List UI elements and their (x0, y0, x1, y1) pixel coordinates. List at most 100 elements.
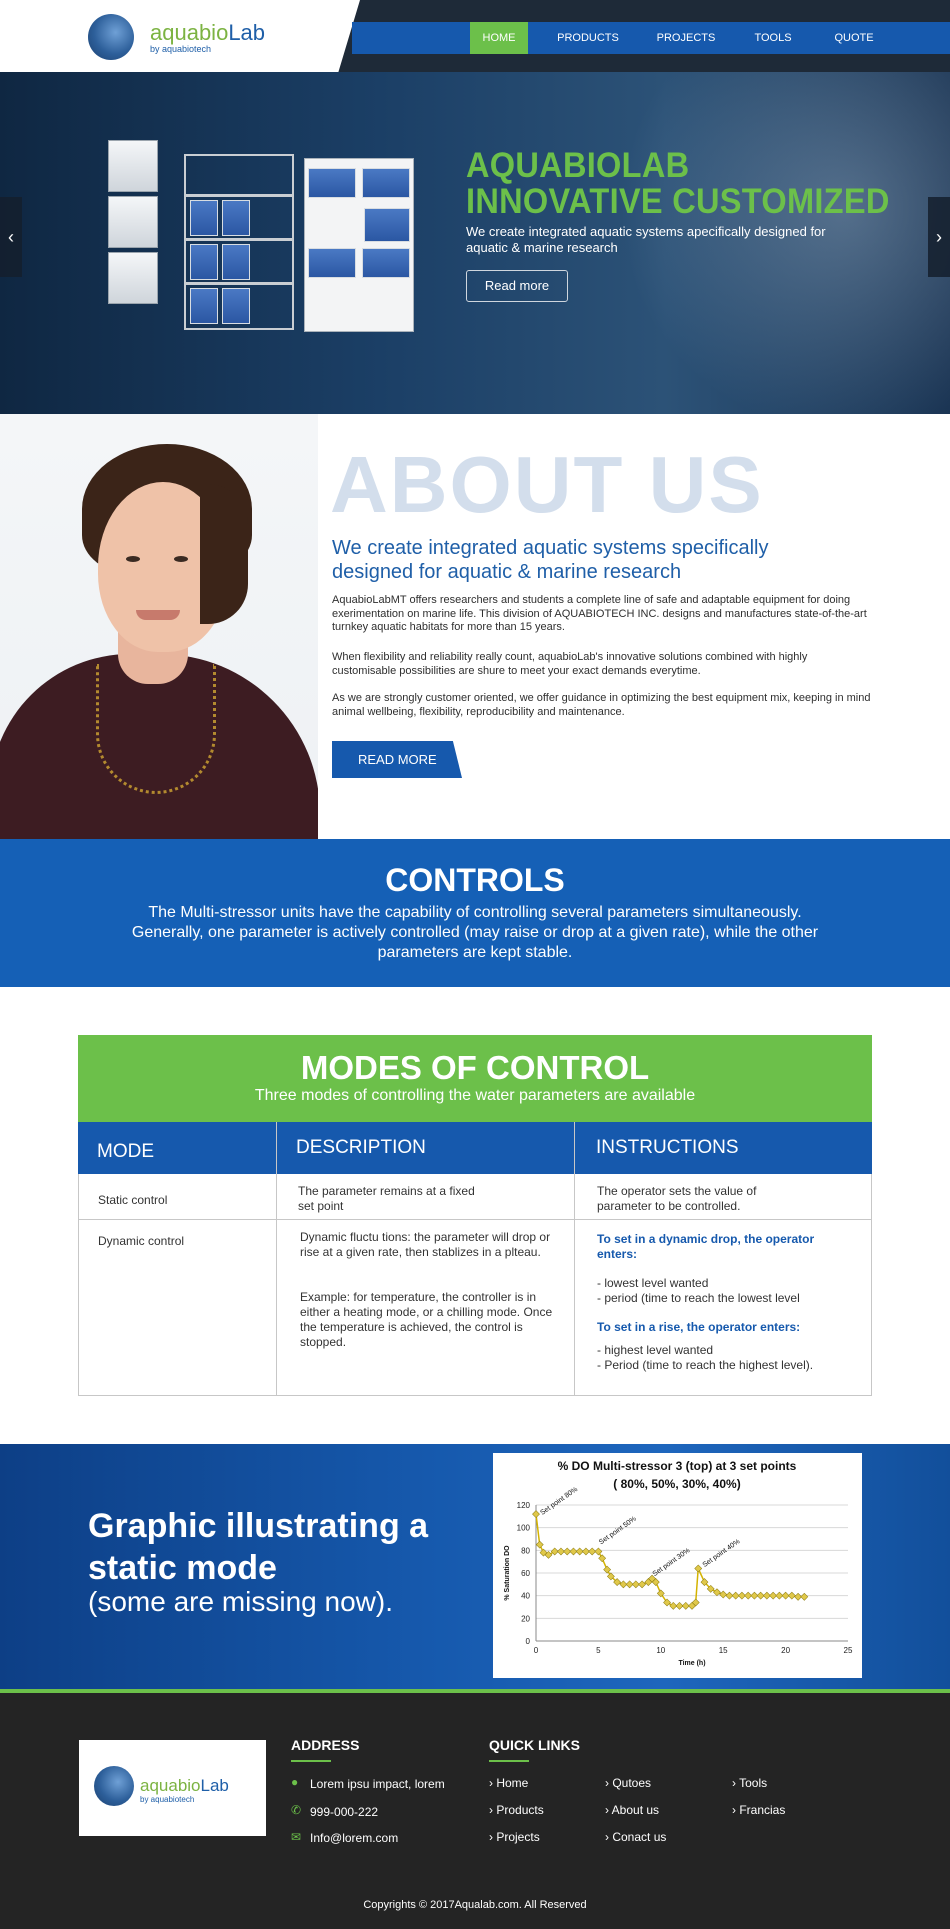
footer-link-conact-us[interactable]: › Conact us (605, 1830, 666, 1844)
footer-logo-tagline: by aquabiotech (140, 1795, 195, 1804)
nav-quote[interactable]: QUOTE (822, 22, 886, 54)
chart-title-line1: % DO Multi-stressor 3 (top) at 3 set poi… (558, 1459, 797, 1473)
graphic-title: Graphic illustrating a static mode (88, 1507, 429, 1587)
table-cell-rise-item: - Period (time to reach the highest leve… (597, 1358, 814, 1372)
portrait-image (0, 414, 318, 839)
data-point (603, 1565, 612, 1574)
y-tick-label: 40 (521, 1592, 530, 1601)
about-read-more-button[interactable]: READ MORE (332, 741, 462, 778)
logo-text-part1: aquabio (150, 20, 229, 45)
footer-link-about-us[interactable]: › About us (605, 1803, 659, 1817)
chart-title-line2: ( 80%, 50%, 30%, 40%) (613, 1477, 740, 1491)
footer-logo-icon (94, 1766, 134, 1806)
table-header-mode: MODE (78, 1122, 276, 1174)
chart-container: % DO Multi-stressor 3 (top) at 3 set poi… (493, 1453, 862, 1678)
data-point (694, 1564, 703, 1573)
footer-link-label: Products (496, 1803, 544, 1817)
table-cell-instructions: The operator sets the value of parameter… (597, 1184, 757, 1213)
hero-title-line2: INNOVATIVE CUSTOMIZED (466, 182, 890, 221)
x-tick-label: 15 (719, 1646, 728, 1655)
about-paragraph-2: When flexibility and reliability really … (332, 651, 808, 677)
hero-read-more-button[interactable]: Read more (466, 270, 568, 302)
do-chart: % DO Multi-stressor 3 (top) at 3 set poi… (504, 1459, 853, 1667)
about-paragraph-1: AquabioLabMT offers researchers and stud… (332, 594, 867, 633)
footer-link-projects[interactable]: › Projects (489, 1830, 540, 1844)
footer-link-label: Projects (496, 1830, 540, 1844)
hero-title: AQUABIOLAB INNOVATIVE CUSTOMIZED (466, 148, 890, 220)
table-cell-drop-item: - period (time to reach the lowest level (597, 1291, 800, 1305)
graphic-subtitle: (some are missing now). (88, 1586, 393, 1617)
data-point (787, 1591, 796, 1600)
footer-link-products[interactable]: › Products (489, 1803, 544, 1817)
data-point (532, 1510, 540, 1518)
footer-email[interactable]: Info@lorem.com (310, 1831, 398, 1845)
table-cell-drop-item: - lowest level wanted (597, 1276, 709, 1290)
footer-link-home[interactable]: › Home (489, 1776, 528, 1790)
table-cell-rise-heading: To set in a rise, the operator enters: (597, 1320, 801, 1334)
data-point (719, 1590, 728, 1599)
nav-products[interactable]: PRODUCTS (548, 22, 628, 54)
footer-link-label: About us (611, 1803, 660, 1817)
data-point (713, 1588, 721, 1597)
modes-subtitle: Three modes of controlling the water par… (254, 1087, 696, 1104)
y-tick-label: 20 (521, 1614, 530, 1623)
table-divider (574, 1122, 575, 1396)
phone-icon: ✆ (291, 1803, 302, 1817)
table-cell-description: Dynamic fluctu tions: the parameter will… (300, 1230, 551, 1259)
x-tick-label: 5 (596, 1646, 601, 1655)
logo-text-part2: Lab (228, 20, 266, 45)
footer-link-qutoes[interactable]: › Qutoes (605, 1776, 651, 1790)
data-point (535, 1540, 544, 1549)
data-point (638, 1580, 646, 1589)
footer-phone[interactable]: 999-000-222 (310, 1805, 378, 1819)
chart-annotation: Set point 80% (539, 1486, 579, 1517)
about-title: ABOUT US (330, 440, 764, 529)
x-tick-label: 0 (534, 1646, 539, 1655)
footer-heading-underline (291, 1760, 331, 1762)
x-tick-label: 20 (781, 1646, 790, 1655)
table-cell-mode: Static control (98, 1193, 168, 1207)
footer-logo-text-part2: Lab (200, 1776, 229, 1795)
table-divider (276, 1122, 277, 1396)
table-cell-description: The parameter remains at a fixed set poi… (298, 1184, 475, 1213)
y-tick-label: 80 (521, 1546, 530, 1555)
y-tick-label: 60 (521, 1569, 530, 1578)
hero-subtitle: We create integrated aquatic systems ape… (466, 224, 826, 255)
y-tick-label: 120 (517, 1501, 531, 1510)
table-divider (78, 1219, 872, 1220)
chevron-left-icon[interactable]: ‹ (0, 197, 22, 277)
modes-title: MODES OF CONTROL (300, 1049, 650, 1086)
footer-link-label: Conact us (612, 1830, 667, 1844)
nav-tools[interactable]: TOOLS (744, 22, 802, 54)
footer-logo-text-part1: aquabio (140, 1776, 201, 1795)
chevron-right-icon[interactable]: › (928, 197, 950, 277)
x-tick-label: 25 (844, 1646, 853, 1655)
location-pin-icon: ● (291, 1775, 299, 1789)
x-tick-label: 10 (656, 1646, 665, 1655)
logo-text[interactable]: aquabioLab (150, 20, 265, 46)
about-lead: We create integrated aquatic systems spe… (332, 537, 769, 583)
footer-link-label: Qutoes (612, 1776, 652, 1790)
table-cell-rise-item: - highest level wanted (597, 1343, 714, 1357)
logo-icon[interactable] (88, 14, 134, 60)
nav-projects[interactable]: PROJECTS (648, 22, 724, 54)
table-header-description: DESCRIPTION (277, 1122, 574, 1174)
footer-link-label: Tools (739, 1776, 768, 1790)
footer-link-label: Home (496, 1776, 529, 1790)
hero-title-line1: AQUABIOLAB (466, 146, 690, 185)
footer-quick-links-heading: QUICK LINKS (489, 1737, 580, 1753)
footer-address: Lorem ipsu impact, lorem (310, 1777, 445, 1791)
table-header-instructions: INSTRUCTIONS (575, 1122, 872, 1174)
nav-home[interactable]: HOME (470, 22, 528, 54)
table-cell-description-example: Example: for temperature, the controller… (300, 1290, 553, 1349)
table-cell-mode: Dynamic control (98, 1234, 185, 1248)
footer-link-francias[interactable]: › Francias (732, 1803, 785, 1817)
y-axis-label: % Saturation DO (504, 1545, 511, 1601)
data-point (598, 1554, 607, 1563)
footer-address-heading: ADDRESS (291, 1737, 360, 1753)
mail-icon: ✉ (291, 1830, 302, 1844)
logo-tagline: by aquabiotech (150, 44, 212, 54)
data-point (800, 1592, 809, 1601)
footer-copyright: Copyrights © 2017Aqualab.com. All Reserv… (363, 1899, 587, 1911)
footer-link-tools[interactable]: › Tools (732, 1776, 767, 1790)
